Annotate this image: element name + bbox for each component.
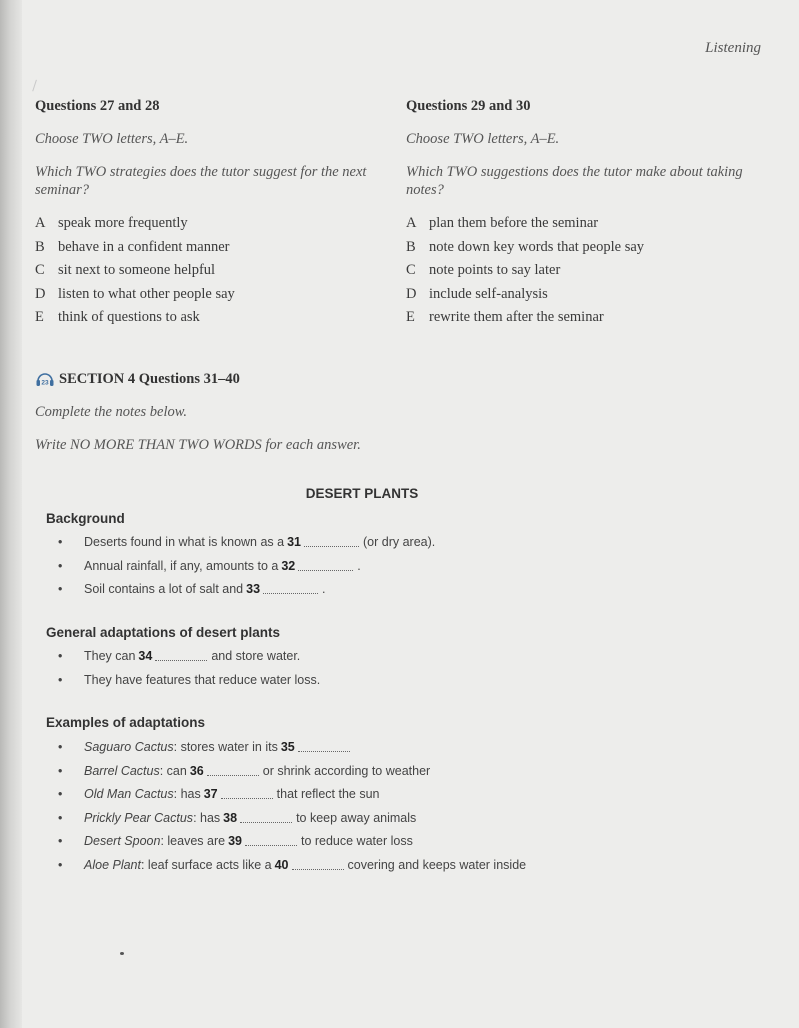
option-letter: C xyxy=(35,262,45,278)
question-number: 34 xyxy=(138,649,153,663)
general-adaptations-heading: General adaptations of desert plants xyxy=(46,625,281,640)
option-a: Aspeak more frequently xyxy=(35,214,375,238)
answer-gap[interactable] xyxy=(240,811,293,823)
examples-heading: Examples of adaptations xyxy=(46,715,206,730)
option-text: listen to what other people say xyxy=(58,285,235,302)
option-letter: E xyxy=(406,309,415,325)
plant-name: Prickly Pear Cactus xyxy=(84,810,194,825)
option-b: Bnote down key words that people say xyxy=(406,238,746,262)
option-text: behave in a confident manner xyxy=(58,238,230,255)
section-instruction-1: Complete the notes below. xyxy=(35,404,187,420)
option-text: note points to say later xyxy=(429,262,561,278)
list-item: • Soil contains a lot of salt and 33. xyxy=(58,582,326,596)
questions-29-30-question: Which TWO suggestions does the tutor mak… xyxy=(406,164,743,198)
plant-name: Aloe Plant xyxy=(84,857,141,872)
answer-gap[interactable] xyxy=(244,834,297,846)
option-letter: E xyxy=(35,309,44,325)
answer-gap[interactable] xyxy=(155,649,208,661)
book-spine-shadow xyxy=(0,0,22,1028)
questions-27-28-instruction: Choose TWO letters, A–E. xyxy=(35,131,189,147)
option-text: think of questions to ask xyxy=(58,309,200,325)
list-item: • Prickly Pear Cactus: has 38 to keep away … xyxy=(58,810,417,825)
question-number: 37 xyxy=(203,787,218,801)
questions-27-28-heading: Questions 27 and 28 xyxy=(35,98,160,114)
questions-29-30-heading: Questions 29 and 30 xyxy=(406,98,531,114)
list-item: • They can 34 and store water. xyxy=(58,649,301,663)
audio-track-icon: 23 xyxy=(35,370,55,388)
list-item: • They have features that reduce water lo… xyxy=(58,672,321,687)
questions-29-30-block: Questions 29 and 30 Choose TWO letters, … xyxy=(406,97,746,332)
option-d: Dlisten to what other people say xyxy=(35,285,375,309)
questions-27-28-options: Aspeak more frequently Bbehave in a conf… xyxy=(35,214,375,332)
plant-name: Barrel Cactus xyxy=(84,763,160,778)
option-text: plan them before the seminar xyxy=(429,215,599,231)
question-number: 33 xyxy=(246,582,261,596)
questions-27-28-question: Which TWO strategies does the tutor sugg… xyxy=(35,164,367,198)
questions-27-28-block: Questions 27 and 28 Choose TWO letters, … xyxy=(35,97,375,332)
question-number: 32 xyxy=(281,558,296,573)
option-c: Csit next to someone helpful xyxy=(35,261,375,285)
list-item: • Annual rainfall, if any, amounts to a 32… xyxy=(58,558,361,573)
answer-gap[interactable] xyxy=(304,535,360,547)
option-c: Cnote points to say later xyxy=(406,261,746,285)
answer-gap[interactable] xyxy=(206,764,259,776)
general-adaptations-list: • They can 34 and store water. • They have f… xyxy=(58,649,320,696)
answer-gap[interactable] xyxy=(291,858,344,870)
audio-track-number: 23 xyxy=(41,380,49,387)
question-number: 31 xyxy=(287,535,302,549)
background-heading: Background xyxy=(46,511,125,526)
plant-name: Saguaro Cactus xyxy=(84,740,174,754)
running-head: Listening xyxy=(705,40,761,56)
question-number: 36 xyxy=(189,763,204,778)
list-item: • Saguaro Cactus: stores water in its 35 xyxy=(58,740,526,764)
option-letter: B xyxy=(406,238,416,255)
option-text: sit next to someone helpful xyxy=(58,262,216,278)
option-a: Aplan them before the seminar xyxy=(406,214,746,238)
question-number: 39 xyxy=(228,834,242,848)
plant-name: Desert Spoon xyxy=(84,834,161,848)
list-item: • Deserts found in what is known as a 31 (o… xyxy=(58,535,436,549)
option-text: note down key words that people say xyxy=(429,238,645,255)
option-d: Dinclude self-analysis xyxy=(406,285,746,309)
questions-29-30-options: Aplan them before the seminar Bnote down… xyxy=(406,214,746,332)
option-letter: D xyxy=(406,285,417,302)
list-item: • Barrel Cactus: can 36 or shrink according… xyxy=(58,763,431,778)
answer-gap[interactable] xyxy=(263,582,319,594)
option-letter: B xyxy=(35,238,45,255)
answer-gap[interactable] xyxy=(220,787,273,799)
answer-gap[interactable] xyxy=(298,559,354,571)
option-letter: C xyxy=(406,262,416,278)
answer-gap[interactable] xyxy=(297,740,350,752)
examples-list: • Saguaro Cactus: stores water in its 35 •… xyxy=(58,740,526,881)
option-letter: A xyxy=(35,215,46,231)
section-heading: 23 SECTION 4 Questions 31–40 xyxy=(35,370,240,388)
option-text: speak more frequently xyxy=(58,215,188,231)
option-e: Erewrite them after the seminar xyxy=(406,308,746,332)
ink-speck xyxy=(120,952,124,955)
list-item: • Aloe Plant: leaf surface acts like a 40 c… xyxy=(58,857,527,872)
option-letter: D xyxy=(35,285,46,302)
option-e: Ethink of questions to ask xyxy=(35,308,375,332)
option-text: include self-analysis xyxy=(429,285,548,302)
option-text: rewrite them after the seminar xyxy=(429,309,604,325)
background-list: • Deserts found in what is known as a 31 (o… xyxy=(58,535,435,606)
section-instruction-2: Write NO MORE THAN TWO WORDS for each an… xyxy=(35,437,361,453)
list-item: • Desert Spoon: leaves are 39 to reduce wat… xyxy=(58,834,413,848)
questions-29-30-instruction: Choose TWO letters, A–E. xyxy=(406,131,560,147)
section-title: SECTION 4 Questions 31–40 xyxy=(59,370,240,387)
option-letter: A xyxy=(406,215,417,231)
question-number: 40 xyxy=(274,857,289,872)
notes-title: DESERT PLANTS xyxy=(305,486,419,501)
page-mark xyxy=(32,79,40,93)
plant-name: Old Man Cactus xyxy=(84,787,174,801)
option-b: Bbehave in a confident manner xyxy=(35,238,375,262)
question-number: 35 xyxy=(280,740,295,754)
list-item: • Old Man Cactus: has 37 that reflect the s… xyxy=(58,787,380,801)
question-number: 38 xyxy=(223,810,238,825)
